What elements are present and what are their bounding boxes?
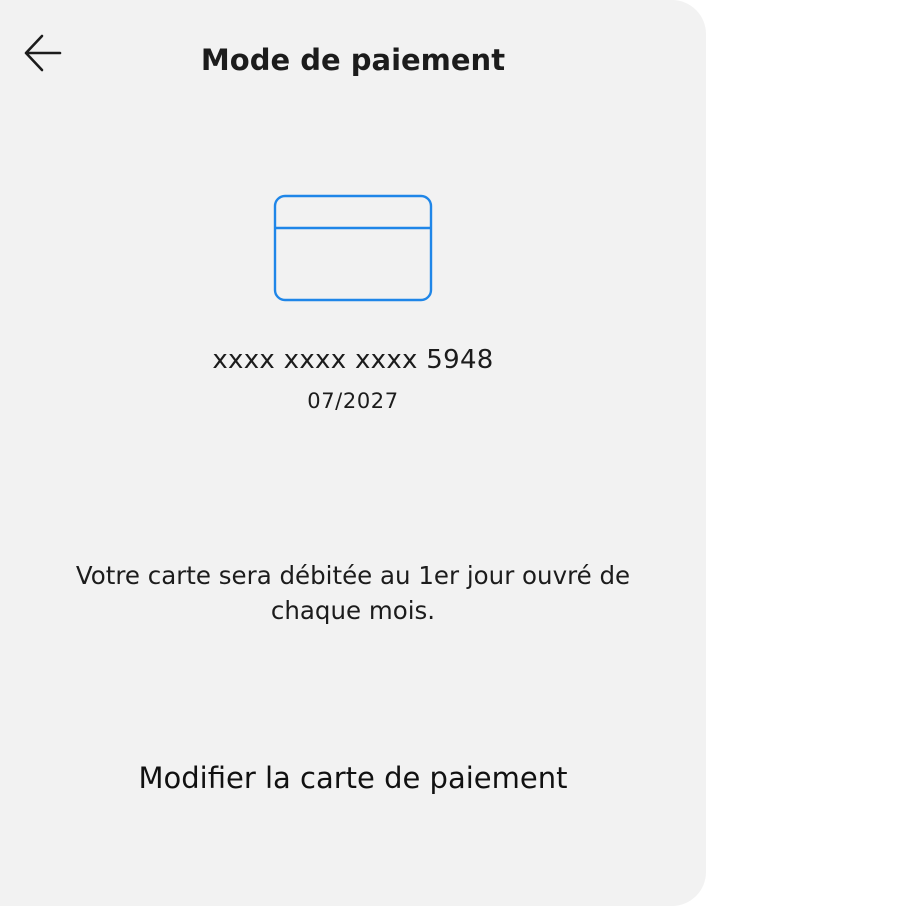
page-title: Mode de paiement xyxy=(200,43,506,77)
card-expiry-date: 07/2027 xyxy=(307,389,399,413)
card-number: xxxx xxxx xxxx 5948 xyxy=(212,345,494,375)
modify-card-button[interactable]: Modifier la carte de paiement xyxy=(100,752,606,804)
payment-method-panel: Mode de paiement xxxx xxxx xxxx 5948 07/… xyxy=(0,0,706,906)
billing-info-text: Votre carte sera débitée au 1er jour ouv… xyxy=(75,561,631,625)
credit-card-icon xyxy=(273,194,433,302)
